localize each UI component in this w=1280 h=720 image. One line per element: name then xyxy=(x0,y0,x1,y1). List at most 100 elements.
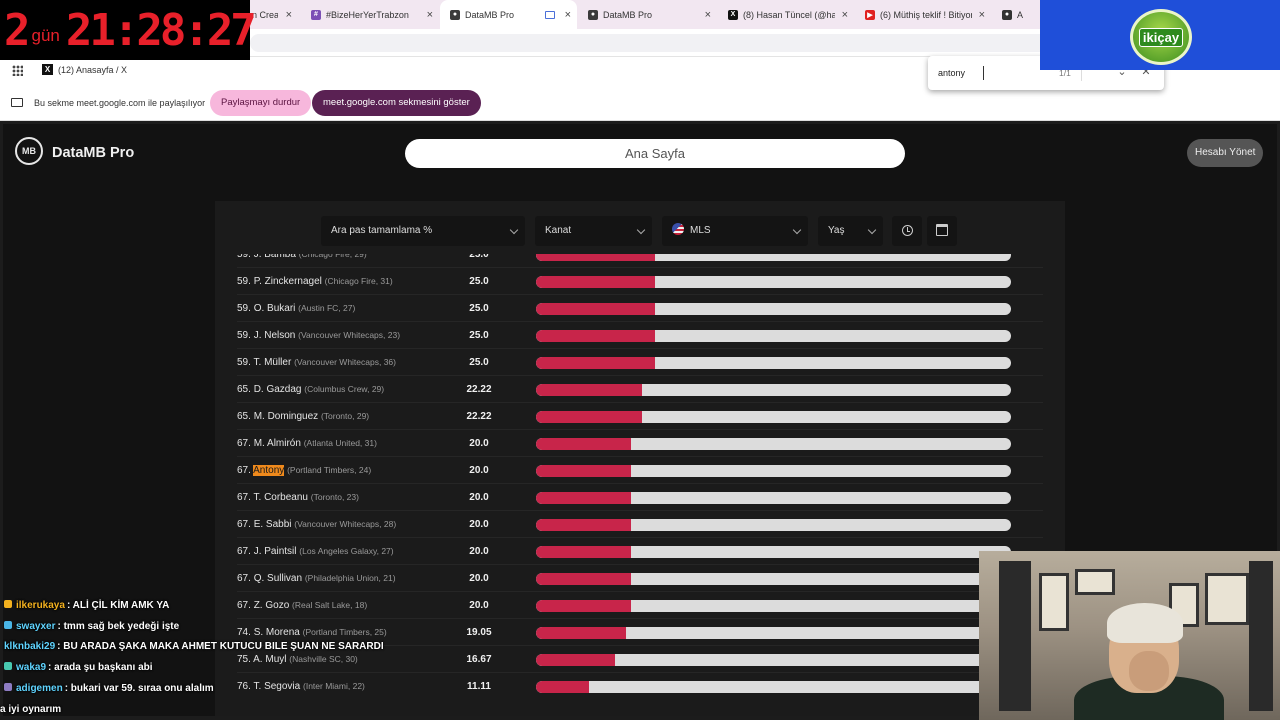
value-bar-track xyxy=(536,438,1011,450)
browser-tab[interactable]: X (8) Hasan Tüncel (@hasan × xyxy=(718,0,854,29)
value-bar-fill xyxy=(536,276,655,288)
tab-label: Altınst xyxy=(1017,9,1023,20)
tab-label: #BizeHerYerTrabzon xyxy=(326,9,409,20)
player-name: 65. M. Dominguez (Toronto, 29) xyxy=(237,411,369,422)
chat-username: klknbaki29 xyxy=(4,641,56,652)
table-row[interactable]: 67. T. Corbeanu (Toronto, 23) 20.0 xyxy=(237,484,1043,511)
browser-tab[interactable]: ▶ (6) Müthiş teklif ! Bitiyor ! × xyxy=(855,0,991,29)
metric-value: 20.0 xyxy=(469,546,489,557)
value-bar-fill xyxy=(536,411,642,423)
chat-text: : bukari var 59. sıraa onu alalım xyxy=(64,683,214,694)
player-name-text: Z. Gozo xyxy=(253,600,290,611)
table-row[interactable]: 76. T. Segovia (Inter Miami, 22) 11.11 xyxy=(237,673,1043,699)
tab-close-icon[interactable]: × xyxy=(565,9,571,21)
player-name-text: D. Gazdag xyxy=(253,384,302,395)
history-button[interactable] xyxy=(892,216,922,246)
position-dropdown-value: Kanat xyxy=(545,225,572,236)
player-team: (Philadelphia Union, 21) xyxy=(304,573,396,583)
value-bar-fill xyxy=(536,600,631,612)
player-name: 67. J. Paintsil (Los Angeles Galaxy, 27) xyxy=(237,546,394,557)
tab-close-icon[interactable]: × xyxy=(427,9,433,21)
table-row[interactable]: 59. J. Nelson (Vancouver Whitecaps, 23) 2… xyxy=(237,322,1043,349)
manage-account-button[interactable]: Hesabı Yönet xyxy=(1187,139,1264,167)
player-team: (Chicago Fire, 29) xyxy=(298,254,367,259)
tab-close-icon[interactable]: × xyxy=(286,9,292,21)
countdown-overlay: 2 gün 21:28:27 xyxy=(0,0,257,60)
value-bar-fill xyxy=(536,330,655,342)
table-row[interactable]: 67. Antony (Portland Timbers, 24) 20.0 xyxy=(237,457,1043,484)
value-bar-fill xyxy=(536,519,631,531)
table-row[interactable]: 59. O. Bukari (Austin FC, 27) 25.0 xyxy=(237,295,1043,322)
player-rank: 59. xyxy=(237,276,251,287)
position-dropdown[interactable]: Kanat xyxy=(535,216,652,246)
chevron-down-icon xyxy=(867,225,877,235)
value-bar-track xyxy=(536,357,1011,369)
find-input[interactable]: antony xyxy=(938,68,965,78)
metric-dropdown[interactable]: Ara pas tamamlama % xyxy=(321,216,525,246)
chat-text: a iyi oynarım xyxy=(0,704,62,715)
bookmark-x-home[interactable]: X (12) Anasayfa / X xyxy=(42,64,127,75)
sponsor-logo-text: ikiçay xyxy=(1138,27,1184,47)
tab-close-icon[interactable]: × xyxy=(705,9,711,21)
wall-frame xyxy=(1205,573,1249,625)
table-row[interactable]: 59. P. Zinckernagel (Chicago Fire, 31) 25… xyxy=(237,268,1043,295)
player-name: 65. D. Gazdag (Columbus Crew, 29) xyxy=(237,384,384,395)
chat-username: waka9 xyxy=(16,662,47,673)
table-row[interactable]: 65. M. Dominguez (Toronto, 29) 22.22 xyxy=(237,403,1043,430)
table-row[interactable]: 59. J. Bamba (Chicago Fire, 29) 25.0 xyxy=(237,254,1043,268)
browser-tab[interactable]: ● DataMB Pro × xyxy=(440,0,577,29)
calendar-icon xyxy=(936,224,948,236)
value-bar-track xyxy=(536,411,1011,423)
value-bar-track xyxy=(536,465,1011,477)
player-team: (Nashville SC, 30) xyxy=(289,654,358,664)
chat-badge-icon xyxy=(4,662,12,670)
stop-sharing-button[interactable]: Paylaşmayı durdur xyxy=(210,90,312,116)
value-bar-fill xyxy=(536,465,631,477)
table-row[interactable]: 67. J. Paintsil (Los Angeles Galaxy, 27)… xyxy=(237,538,1043,565)
chat-badge-icon xyxy=(4,600,12,608)
player-team: (Vancouver Whitecaps, 28) xyxy=(294,519,397,529)
datamb-logo-icon[interactable]: MB xyxy=(15,137,43,165)
table-row[interactable]: 67. Q. Sullivan (Philadelphia Union, 21)… xyxy=(237,565,1043,592)
apps-grid-icon[interactable] xyxy=(12,65,23,76)
player-rank: 67. xyxy=(237,546,251,557)
table-row[interactable]: 67. Z. Gozo (Real Salt Lake, 18) 20.0 xyxy=(237,592,1043,619)
browser-tab[interactable]: ● Altınst xyxy=(992,0,1042,29)
player-rank: 75. xyxy=(237,654,251,665)
age-dropdown[interactable]: Yaş xyxy=(818,216,883,246)
tab-favicon-icon: ▶ xyxy=(865,9,875,20)
show-meet-tab-button[interactable]: meet.google.com sekmesini göster xyxy=(312,90,481,116)
browser-tab[interactable]: n Creat × xyxy=(250,0,298,29)
tab-label: DataMB Pro xyxy=(465,9,515,20)
player-name-text: Q. Sullivan xyxy=(253,573,303,584)
tab-label: n Creat xyxy=(252,9,278,20)
calendar-button[interactable] xyxy=(927,216,957,246)
value-bar-track xyxy=(536,384,1011,396)
player-name: 67. M. Almirón (Atlanta United, 31) xyxy=(237,438,377,449)
player-name-text: T. Corbeanu xyxy=(253,492,308,503)
tab-close-icon[interactable]: × xyxy=(842,9,848,21)
chat-badge-icon xyxy=(4,683,12,691)
tab-close-icon[interactable]: × xyxy=(979,9,985,21)
table-row[interactable]: 65. D. Gazdag (Columbus Crew, 29) 22.22 xyxy=(237,376,1043,403)
value-bar-track xyxy=(536,600,1011,612)
screen-share-icon xyxy=(11,98,23,107)
value-bar-track xyxy=(536,303,1011,315)
tab-favicon-icon: ● xyxy=(1002,9,1012,20)
player-team: (Vancouver Whitecaps, 23) xyxy=(298,330,401,340)
table-row[interactable]: 67. E. Sabbi (Vancouver Whitecaps, 28) 20… xyxy=(237,511,1043,538)
player-name-text: E. Sabbi xyxy=(253,519,292,530)
table-row[interactable]: 67. M. Almirón (Atlanta United, 31) 20.0 xyxy=(237,430,1043,457)
metric-value: 16.67 xyxy=(466,654,492,665)
home-button[interactable]: Ana Sayfa xyxy=(405,139,905,168)
ranking-list[interactable]: 59. J. Bamba (Chicago Fire, 29) 25.0 59. P… xyxy=(237,254,1043,699)
player-team: (Portland Timbers, 25) xyxy=(302,627,387,637)
league-dropdown[interactable]: MLS xyxy=(662,216,808,246)
table-row[interactable]: 59. T. Müller (Vancouver Whitecaps, 36) 2… xyxy=(237,349,1043,376)
player-team: (Columbus Crew, 29) xyxy=(304,384,385,394)
value-bar-fill xyxy=(536,492,631,504)
browser-tab[interactable]: ● DataMB Pro × xyxy=(578,0,717,29)
player-team: (Vancouver Whitecaps, 36) xyxy=(294,357,396,367)
value-bar-track xyxy=(536,546,1011,558)
browser-tab[interactable]: # #BizeHerYerTrabzon × xyxy=(301,0,439,29)
